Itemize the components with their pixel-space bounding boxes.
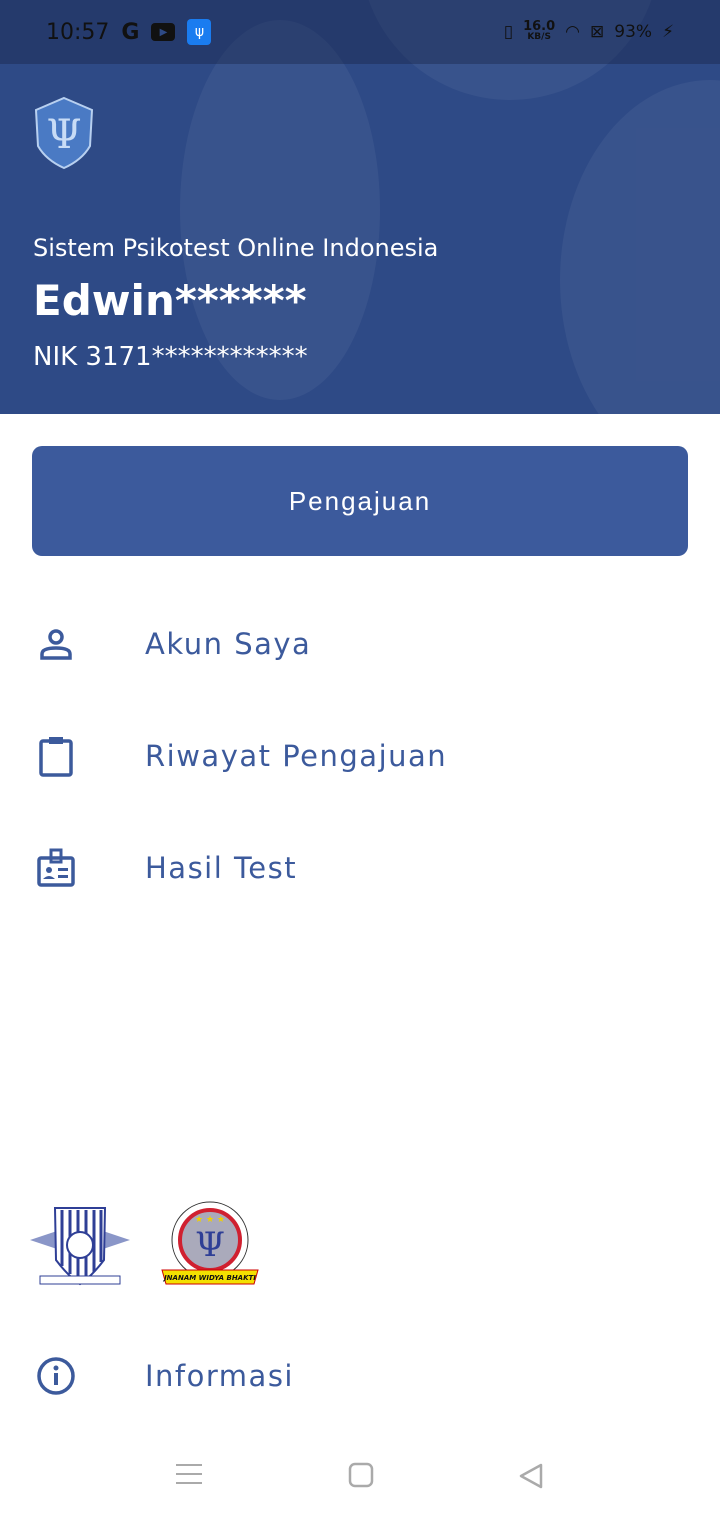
usb-icon: ψ	[187, 19, 212, 45]
menu-item-hasil-test[interactable]: Hasil Test	[0, 828, 720, 908]
svg-text:★ ★ ★: ★ ★ ★	[195, 1215, 225, 1225]
menu-nav-icon[interactable]	[176, 1462, 202, 1490]
info-icon	[34, 1354, 78, 1398]
logo2-motto: JNANAM WIDYA BHAKTI	[162, 1274, 256, 1282]
partner-logos: Ψ ★ ★ ★ JNANAM WIDYA BHAKTI	[30, 1200, 260, 1294]
back-nav-icon[interactable]	[518, 1462, 544, 1494]
background-decoration	[560, 80, 720, 414]
menu-item-informasi[interactable]: Informasi	[0, 1336, 720, 1416]
id-badge-icon	[34, 846, 78, 890]
app-subtitle: Sistem Psikotest Online Indonesia	[33, 234, 439, 262]
menu-item-riwayat-pengajuan[interactable]: Riwayat Pengajuan	[0, 716, 720, 796]
home-nav-icon[interactable]	[348, 1462, 374, 1492]
app-logo: Ψ	[32, 96, 96, 174]
charging-icon: ⚡	[662, 22, 674, 42]
pengajuan-button[interactable]: Pengajuan	[32, 446, 688, 556]
youtube-icon: ▶	[151, 23, 176, 41]
menu-label: Riwayat Pengajuan	[145, 739, 448, 773]
police-logo	[30, 1200, 130, 1294]
battery-icon: ⊠	[590, 22, 605, 42]
system-navigation-bar	[0, 1440, 720, 1512]
menu-item-akun-saya[interactable]: Akun Saya	[0, 604, 720, 684]
clipboard-icon	[34, 734, 78, 778]
status-bar: 10:57 G ▶ ψ ▯ 16.0 KB/S ◠ ⊠ 93% ⚡	[0, 0, 720, 64]
net-unit: KB/S	[527, 32, 551, 42]
menu-label: Hasil Test	[145, 851, 298, 885]
user-nik: NIK 3171************	[33, 342, 308, 372]
wifi-icon: ◠	[565, 22, 581, 42]
user-name: Edwin******	[33, 276, 307, 325]
menu-label: Akun Saya	[145, 627, 312, 661]
svg-text:Ψ: Ψ	[46, 112, 81, 158]
vibrate-icon: ▯	[503, 22, 514, 42]
person-icon	[34, 622, 78, 666]
jnanam-widya-bhakti-logo: Ψ ★ ★ ★ JNANAM WIDYA BHAKTI	[160, 1200, 260, 1294]
battery-level: 93%	[614, 22, 653, 42]
menu-label: Informasi	[145, 1359, 294, 1393]
svg-text:Ψ: Ψ	[195, 1225, 225, 1265]
profile-header: 10:57 G ▶ ψ ▯ 16.0 KB/S ◠ ⊠ 93% ⚡ Ψ Sist…	[0, 0, 720, 414]
clock: 10:57	[46, 19, 110, 45]
net-speed: 16.0	[523, 19, 556, 34]
google-icon: G	[121, 19, 140, 45]
